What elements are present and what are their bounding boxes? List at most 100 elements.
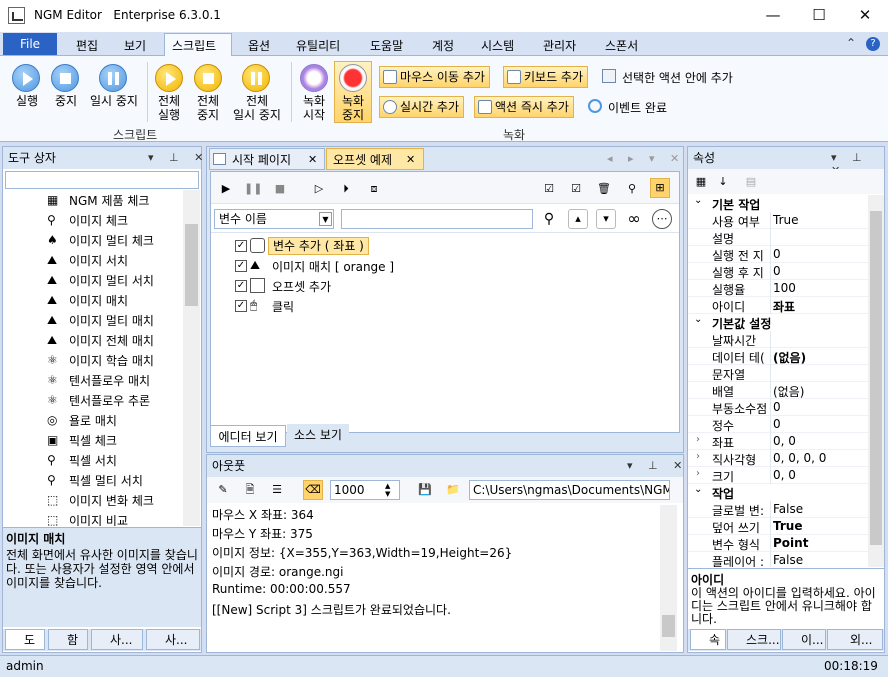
eraser-icon[interactable]: ⌫ — [303, 480, 323, 500]
pause-button[interactable]: 일시 중지 — [84, 94, 144, 108]
stop-icon[interactable]: ■ — [270, 179, 290, 199]
property-row[interactable]: 글로벌 변: False — [688, 501, 868, 518]
loop-icon[interactable]: ∞ — [624, 209, 644, 229]
action-checkbox[interactable]: ✓ — [235, 260, 247, 272]
more-icon[interactable]: ⋯ — [652, 209, 672, 229]
property-value[interactable]: Point — [773, 536, 808, 550]
record-stop-icon[interactable] — [339, 64, 367, 92]
output-panel-buttons[interactable]: ▾ ⊥ ✕ — [627, 459, 688, 472]
action-item[interactable]: 클릭 — [272, 298, 294, 315]
action-checkbox[interactable]: ✓ — [235, 240, 247, 252]
stop-icon[interactable] — [51, 64, 79, 92]
property-value[interactable]: 0, 0 — [773, 468, 796, 482]
action-checkbox[interactable]: ✓ — [235, 280, 247, 292]
pause-icon[interactable]: ❚❚ — [243, 179, 263, 199]
property-value[interactable]: (없음) — [773, 349, 806, 366]
variable-input[interactable] — [341, 209, 533, 229]
toolbox-search-input[interactable] — [5, 171, 199, 189]
property-value[interactable]: 0 — [773, 247, 781, 261]
action-item[interactable]: 변수 추가 ( 좌표 ) — [268, 237, 369, 255]
clear-brush-icon[interactable]: ✎ — [213, 480, 233, 500]
property-row[interactable]: 아이디 좌표 — [688, 297, 868, 314]
menu-help[interactable]: 도움말 — [370, 37, 403, 54]
find-icon[interactable]: ⚲ — [539, 209, 559, 229]
close-icon[interactable]: ✕ — [308, 149, 317, 171]
add-mouse-move-button[interactable]: 마우스 이동 추가 — [379, 66, 490, 88]
collapse-icon[interactable]: ⌄ — [694, 484, 702, 495]
action-item[interactable]: 이미지 매치 [ orange ] — [272, 258, 394, 275]
interval-stepper[interactable]: 1000 ▲ ▼ — [330, 480, 400, 500]
collapse-icon[interactable]: ⌄ — [694, 314, 702, 325]
property-row[interactable]: › 좌표 0, 0 — [688, 433, 868, 450]
step-play-icon[interactable]: ▷ — [309, 179, 329, 199]
play-icon[interactable]: ▶ — [216, 179, 236, 199]
property-category[interactable]: ⌄ 기본 작업 — [688, 195, 868, 212]
property-row[interactable]: › 직사각형 0, 0, 0, 0 — [688, 450, 868, 467]
menu-script[interactable]: 스크립트 — [172, 37, 216, 54]
property-row[interactable]: 설명 — [688, 229, 868, 246]
run-button[interactable]: 실행 — [7, 94, 47, 108]
property-row[interactable]: 덮어 쓰기 True — [688, 518, 868, 535]
property-value[interactable]: 0 — [773, 400, 781, 414]
property-row[interactable]: 데이터 테((없음) — [688, 348, 868, 365]
pause-all-button[interactable]: 전체 일시 중지 — [226, 94, 288, 122]
toolbox-tab-toolbox[interactable]: 도 — [5, 629, 45, 650]
menu-account[interactable]: 계정 — [432, 37, 454, 54]
property-value[interactable]: 0 — [773, 264, 781, 278]
record-start-button[interactable]: 녹화 시작 — [296, 94, 332, 122]
folder-icon[interactable]: 📁 — [443, 480, 463, 500]
property-value[interactable]: 좌표 — [773, 298, 795, 315]
property-row[interactable]: 배열 (없음) — [688, 382, 868, 399]
variable-select[interactable]: 변수 이름 ▼ — [214, 209, 334, 229]
property-value[interactable]: False — [773, 553, 803, 567]
stepper-arrows-icon[interactable]: ▲ ▼ — [385, 482, 390, 498]
property-value[interactable]: 0, 0, 0, 0 — [773, 451, 826, 465]
pause-icon[interactable] — [99, 64, 127, 92]
property-category[interactable]: ⌄ 작업 — [688, 484, 868, 501]
expand-icon[interactable]: › — [696, 451, 700, 462]
check-all-icon[interactable]: ☑ — [539, 179, 559, 199]
sort-az-icon[interactable]: ↓ — [713, 172, 733, 192]
properties-tab-external[interactable]: 외... — [827, 629, 883, 650]
property-row[interactable]: 플레이어 : False — [688, 552, 868, 567]
add-keyboard-button[interactable]: 키보드 추가 — [503, 66, 589, 88]
menu-options[interactable]: 옵션 — [248, 37, 270, 54]
tree-view-icon[interactable]: ⊞ — [650, 178, 670, 198]
property-value[interactable]: (없음) — [773, 383, 804, 400]
tab-start-page[interactable]: 시작 페이지 ✕ — [209, 148, 325, 170]
collapse-icon[interactable]: ⌄ — [694, 195, 702, 206]
delete-icon[interactable]: 🗑 — [594, 179, 614, 199]
property-value[interactable]: False — [773, 502, 803, 516]
properties-scrollbar[interactable] — [868, 195, 884, 567]
properties-scroll-thumb[interactable] — [870, 211, 882, 545]
property-row[interactable]: 부동소수점 0 — [688, 399, 868, 416]
property-row[interactable]: 정수 0 — [688, 416, 868, 433]
property-row[interactable]: 사용 여부 True — [688, 212, 868, 229]
save-icon[interactable]: 💾 — [415, 480, 435, 500]
toolbox-scrollbar[interactable] — [183, 190, 200, 526]
output-path-input[interactable]: C:\Users\ngmas\Documents\NGM6\ — [469, 480, 670, 500]
file-menu-button[interactable]: File — [3, 33, 57, 55]
tab-offset-example[interactable]: 오프셋 예제 ✕ — [326, 148, 424, 170]
event-complete-button[interactable]: 이벤트 완료 — [608, 99, 667, 116]
move-up-icon[interactable]: ▴ — [568, 209, 588, 229]
close-button[interactable]: ✕ — [842, 0, 888, 32]
document-icon[interactable]: 🗎 — [240, 480, 260, 500]
property-value[interactable]: True — [773, 213, 799, 227]
expand-icon[interactable]: › — [696, 468, 700, 479]
list-icon[interactable]: ☰ — [267, 480, 287, 500]
property-row[interactable]: › 크기 0, 0 — [688, 467, 868, 484]
stop-all-icon[interactable] — [194, 64, 222, 92]
property-row[interactable]: 실행율 100 — [688, 280, 868, 297]
help-icon[interactable]: ? — [866, 37, 880, 51]
toolbox-tab-3[interactable]: 사... — [91, 629, 143, 650]
properties-tab-image[interactable]: 이... — [782, 629, 826, 650]
action-item[interactable]: 오프셋 추가 — [272, 278, 331, 295]
toolbox-tab-4[interactable]: 사... — [146, 629, 200, 650]
menu-edit[interactable]: 편집 — [76, 37, 98, 54]
expand-icon[interactable]: › — [696, 434, 700, 445]
stop-button[interactable]: 중지 — [46, 94, 86, 108]
toolbox-panel-buttons[interactable]: ▾ ⊥ ✕ — [148, 151, 209, 164]
tab-source-view[interactable]: 소스 보기 — [287, 424, 349, 446]
property-row[interactable]: 문자열 — [688, 365, 868, 382]
